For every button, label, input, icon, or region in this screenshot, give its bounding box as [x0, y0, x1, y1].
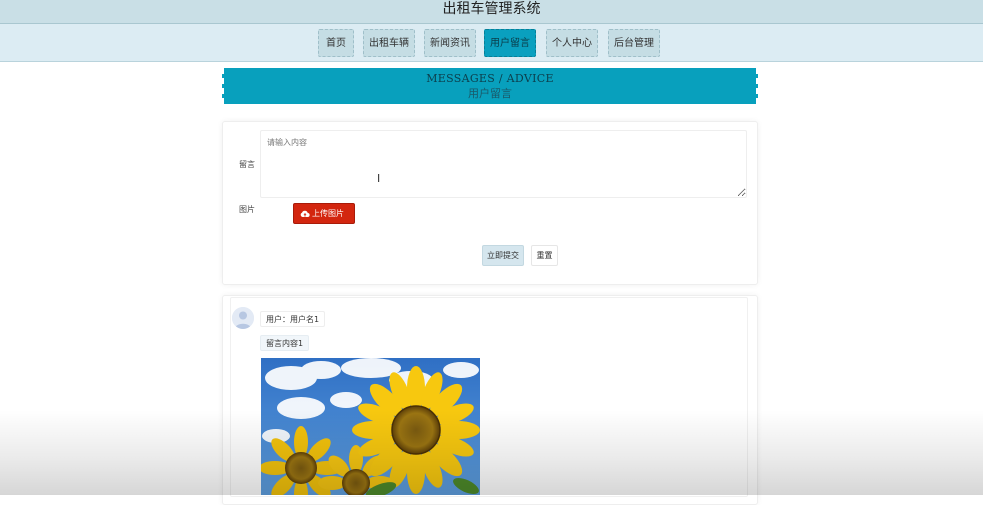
nav-item-taxis[interactable]: 出租车辆 — [363, 29, 415, 57]
upload-image-label: 上传图片 — [312, 209, 344, 218]
title-bar: 出租车管理系统 — [0, 0, 983, 24]
banner-title-en: MESSAGES / ADVICE — [426, 72, 554, 85]
submit-button[interactable]: 立即提交 — [482, 245, 524, 266]
message-label: 留言 — [239, 160, 255, 169]
nav-item-admin[interactable]: 后台管理 — [608, 29, 660, 57]
section-banner: MESSAGES / ADVICE 用户留言 — [222, 68, 758, 104]
nav-item-profile[interactable]: 个人中心 — [546, 29, 598, 57]
nav-item-home[interactable]: 首页 — [318, 29, 354, 57]
banner-title-cn: 用户留言 — [468, 87, 512, 100]
cloud-upload-icon — [300, 210, 310, 217]
message-input[interactable] — [260, 130, 747, 198]
text-cursor-icon: I — [377, 172, 381, 185]
reset-button[interactable]: 重置 — [531, 245, 558, 266]
message-content: 留言内容1 — [260, 335, 310, 351]
message-username: 用户：用户名1 — [260, 311, 326, 327]
nav-item-news[interactable]: 新闻资讯 — [424, 29, 476, 57]
user-avatar-icon — [232, 307, 254, 329]
nav-item-messages[interactable]: 用户留言 — [484, 29, 536, 57]
upload-image-button[interactable]: 上传图片 — [293, 203, 355, 224]
sunflower-photo — [261, 358, 480, 495]
nav-bar: 首页 出租车辆 新闻资讯 用户留言 个人中心 后台管理 — [0, 24, 983, 62]
image-label: 图片 — [239, 205, 255, 214]
sunflower-image — [261, 358, 480, 495]
user-avatar — [232, 307, 254, 329]
app-title: 出租车管理系统 — [442, 1, 541, 17]
